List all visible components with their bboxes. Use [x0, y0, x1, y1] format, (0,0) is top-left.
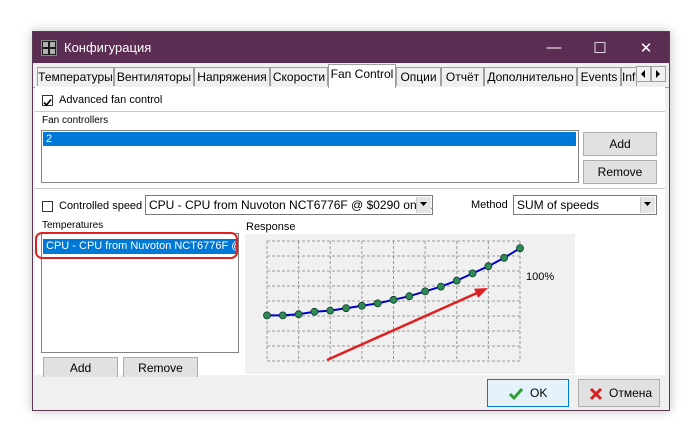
checkmark-icon — [43, 98, 52, 107]
dropdown-arrow-icon[interactable] — [640, 197, 655, 213]
highlight-oval — [35, 232, 238, 259]
checkmark-icon — [508, 388, 524, 401]
fan-controllers-label: Fan controllers — [42, 115, 109, 126]
curve-point[interactable] — [500, 253, 509, 262]
fan-controllers-list[interactable]: 2 — [41, 130, 579, 183]
tab-fans[interactable]: Вентиляторы — [114, 67, 194, 86]
curve-point[interactable] — [405, 292, 414, 301]
curve-point[interactable] — [357, 301, 366, 310]
tab-advanced[interactable]: Дополнительно — [484, 67, 577, 86]
add-temperature-button[interactable]: Add — [43, 357, 118, 379]
tab-options[interactable]: Опции — [396, 67, 441, 86]
app-icon — [41, 40, 57, 56]
curve-point[interactable] — [468, 269, 477, 278]
config-window: Конфигурация — ☐ ✕ Температуры Вентилято… — [32, 31, 670, 411]
close-button[interactable]: ✕ — [623, 32, 669, 63]
window-title: Конфигурация — [64, 40, 152, 55]
cross-icon — [589, 387, 603, 401]
scroll-left-icon[interactable] — [636, 66, 651, 82]
tab-speeds[interactable]: Скорости — [270, 67, 328, 86]
title-bar[interactable]: Конфигурация — ☐ ✕ — [33, 32, 669, 63]
curve-point[interactable] — [484, 262, 493, 271]
cancel-button[interactable]: Отмена — [578, 379, 660, 407]
curve-point[interactable] — [278, 311, 287, 320]
advanced-fan-control-checkbox[interactable] — [42, 95, 53, 107]
method-combobox[interactable]: SUM of speeds — [513, 195, 657, 215]
response-chart: 100% 0% — [245, 234, 575, 374]
cancel-label: Отмена — [609, 386, 653, 400]
sensor-value: CPU - CPU from Nuvoton NCT6776F @ $0290 … — [149, 198, 433, 212]
list-item[interactable]: 2 — [43, 132, 576, 146]
tab-voltages[interactable]: Напряжения — [194, 67, 270, 86]
dialog-footer: OK Отмена — [33, 377, 669, 410]
remove-temperature-button[interactable]: Remove — [123, 357, 198, 379]
tab-fan-control[interactable]: Fan Control — [328, 64, 396, 88]
add-controller-button[interactable]: Add — [583, 132, 657, 156]
tab-strip: Температуры Вентиляторы Напряжения Скоро… — [33, 63, 669, 88]
y-max-label: 100% — [526, 271, 554, 283]
curve-point[interactable] — [421, 287, 430, 296]
curve-point[interactable] — [263, 311, 271, 320]
controlled-speed-checkbox[interactable] — [42, 201, 53, 212]
tab-events[interactable]: Events — [577, 67, 621, 86]
advanced-fan-control-label: Advanced fan control — [59, 94, 163, 106]
curve-point[interactable] — [452, 276, 461, 285]
curve-point[interactable] — [294, 310, 303, 319]
divider — [35, 111, 665, 112]
temperatures-label: Temperatures — [42, 220, 104, 231]
curve-point[interactable] — [326, 306, 335, 315]
curve-point[interactable] — [342, 304, 350, 313]
method-value: SUM of speeds — [517, 198, 600, 212]
curve-point[interactable] — [389, 295, 398, 304]
method-label: Method — [471, 199, 508, 211]
tab-info[interactable]: Infr — [621, 67, 637, 86]
curve-point[interactable] — [516, 244, 524, 253]
tab-temperatures[interactable]: Температуры — [37, 67, 114, 86]
minimize-button[interactable]: — — [531, 32, 577, 63]
tab-report[interactable]: Отчёт — [441, 67, 484, 86]
dropdown-arrow-icon[interactable] — [416, 197, 431, 213]
chart-background — [245, 234, 575, 374]
curve-point[interactable] — [437, 282, 445, 291]
sensor-combobox[interactable]: CPU - CPU from Nuvoton NCT6776F @ $0290 … — [145, 195, 433, 215]
remove-controller-button[interactable]: Remove — [583, 160, 657, 184]
divider — [35, 188, 665, 189]
response-label: Response — [246, 221, 296, 233]
controlled-speed-label: Controlled speed — [59, 200, 143, 212]
curve-point[interactable] — [373, 299, 382, 308]
maximize-button[interactable]: ☐ — [577, 32, 623, 63]
fan-control-panel: Advanced fan control Fan controllers 2 A… — [35, 87, 665, 379]
scroll-right-icon[interactable] — [651, 66, 666, 82]
curve-point[interactable] — [310, 307, 319, 316]
ok-button[interactable]: OK — [487, 379, 569, 407]
ok-label: OK — [530, 386, 548, 400]
